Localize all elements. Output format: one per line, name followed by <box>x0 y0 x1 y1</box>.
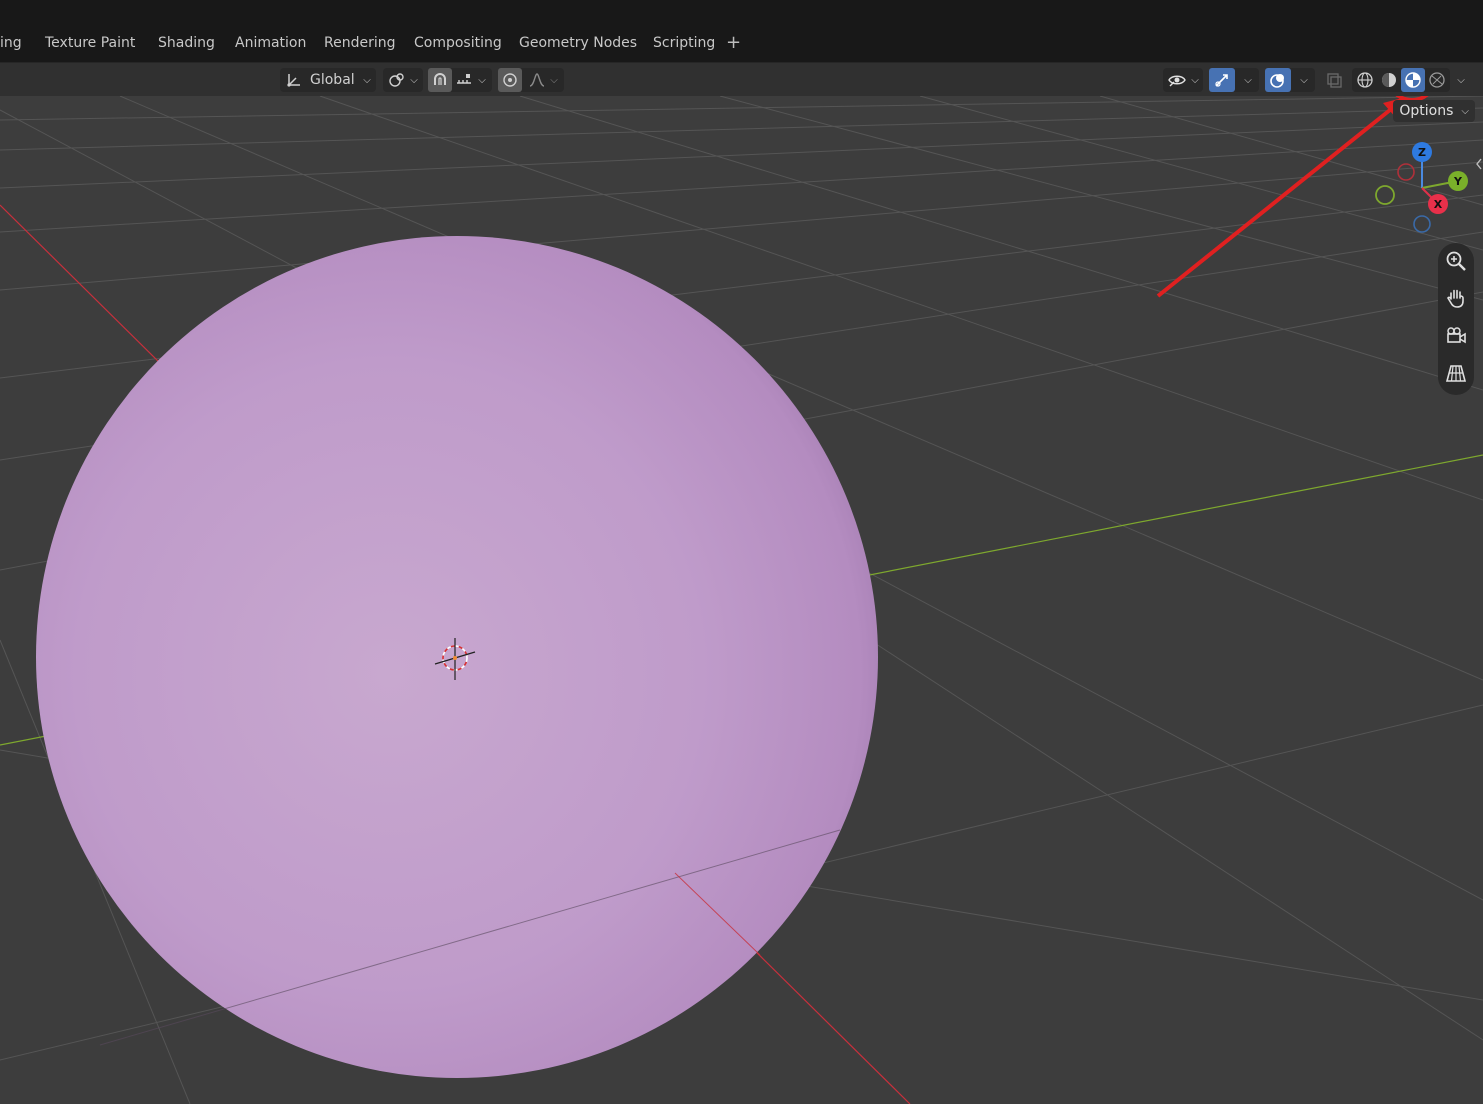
tab-shading[interactable]: Shading <box>158 35 215 51</box>
chevron-down-icon: ⌵ <box>1461 105 1469 117</box>
options-dropdown[interactable]: Options ⌵ <box>1393 100 1475 122</box>
proportional-edit-group: ⌵ <box>498 68 564 92</box>
visibility-icon <box>1165 68 1189 92</box>
sidebar-toggle-chevron-left-icon[interactable] <box>1476 158 1482 170</box>
workspace-tab-bar: ing Texture Paint Shading Animation Rend… <box>0 28 1483 62</box>
chevron-down-icon: ⌵ <box>478 74 486 86</box>
snap-target-icon[interactable] <box>453 68 475 92</box>
annotation-arrow-line <box>1156 108 1392 298</box>
tab-compositing[interactable]: Compositing <box>414 35 502 51</box>
chevron-down-icon: ⌵ <box>410 74 418 86</box>
rendered-shading-icon[interactable] <box>1425 68 1449 92</box>
gizmo-group: ⌵ <box>1209 68 1259 92</box>
shading-mode-group <box>1352 68 1450 92</box>
material-preview-shading-icon[interactable] <box>1401 68 1425 92</box>
tab-texture-paint[interactable]: Texture Paint <box>45 35 135 51</box>
chevron-down-icon: ⌵ <box>1191 74 1199 86</box>
transform-orientation-icon <box>284 68 304 92</box>
pivot-icon <box>386 68 408 92</box>
object-visibility-dropdown[interactable]: ⌵ <box>1163 68 1203 92</box>
gizmo-toggle-icon[interactable] <box>1209 68 1235 92</box>
chevron-down-icon[interactable]: ⌵ <box>1297 68 1311 92</box>
perspective-grid-icon[interactable] <box>1444 361 1468 385</box>
tab-scripting[interactable]: Scripting <box>653 35 715 51</box>
tab-rendering[interactable]: Rendering <box>324 35 396 51</box>
snapping-group: ⌵ <box>428 68 492 92</box>
transform-orientation-dropdown[interactable]: Global ⌵ <box>280 68 376 92</box>
falloff-icon[interactable] <box>526 68 548 92</box>
navigation-tools <box>1438 243 1474 395</box>
camera-view-icon[interactable] <box>1444 324 1468 348</box>
overlay-group: ⌵ <box>1265 68 1315 92</box>
viewport-header: Global ⌵ ⌵ ⌵ ⌵ ⌵ ⌵ ⌵ ⌵ <box>0 62 1483 96</box>
neg-y-axis-handle[interactable] <box>1375 185 1395 205</box>
transform-orientation-value: Global <box>310 72 355 88</box>
neg-x-axis-handle[interactable] <box>1397 163 1415 181</box>
solid-shading-icon[interactable] <box>1377 68 1401 92</box>
y-axis-label: Y <box>1453 175 1463 188</box>
chevron-down-icon[interactable]: ⌵ <box>1241 68 1255 92</box>
tab-geometry-nodes[interactable]: Geometry Nodes <box>519 35 637 51</box>
proportional-edit-icon[interactable] <box>498 68 522 92</box>
tab-layout-partial[interactable]: ing <box>0 35 22 51</box>
3d-viewport[interactable]: Z Y X <box>0 96 1483 1104</box>
tab-animation[interactable]: Animation <box>235 35 306 51</box>
chevron-down-icon: ⌵ <box>550 74 558 86</box>
x-axis-label: X <box>1434 198 1443 211</box>
pivot-point-dropdown[interactable]: ⌵ <box>383 68 423 92</box>
overlay-toggle-icon[interactable] <box>1265 68 1291 92</box>
xray-icon[interactable] <box>1322 68 1346 92</box>
add-workspace-button[interactable]: + <box>726 32 741 53</box>
title-bar <box>0 0 1483 28</box>
neg-z-axis-handle[interactable] <box>1413 215 1431 233</box>
options-label: Options <box>1399 103 1454 119</box>
zoom-icon[interactable] <box>1444 249 1468 273</box>
pan-hand-icon[interactable] <box>1444 286 1468 310</box>
shading-options-chevron-down-icon[interactable]: ⌵ <box>1452 68 1470 92</box>
chevron-down-icon: ⌵ <box>363 74 371 86</box>
viewport-scene: Z Y X <box>0 96 1483 1104</box>
navigation-gizmo[interactable]: Z Y X <box>1375 142 1468 233</box>
snap-icon[interactable] <box>428 68 452 92</box>
wireframe-shading-icon[interactable] <box>1353 68 1377 92</box>
z-axis-label: Z <box>1418 146 1426 159</box>
